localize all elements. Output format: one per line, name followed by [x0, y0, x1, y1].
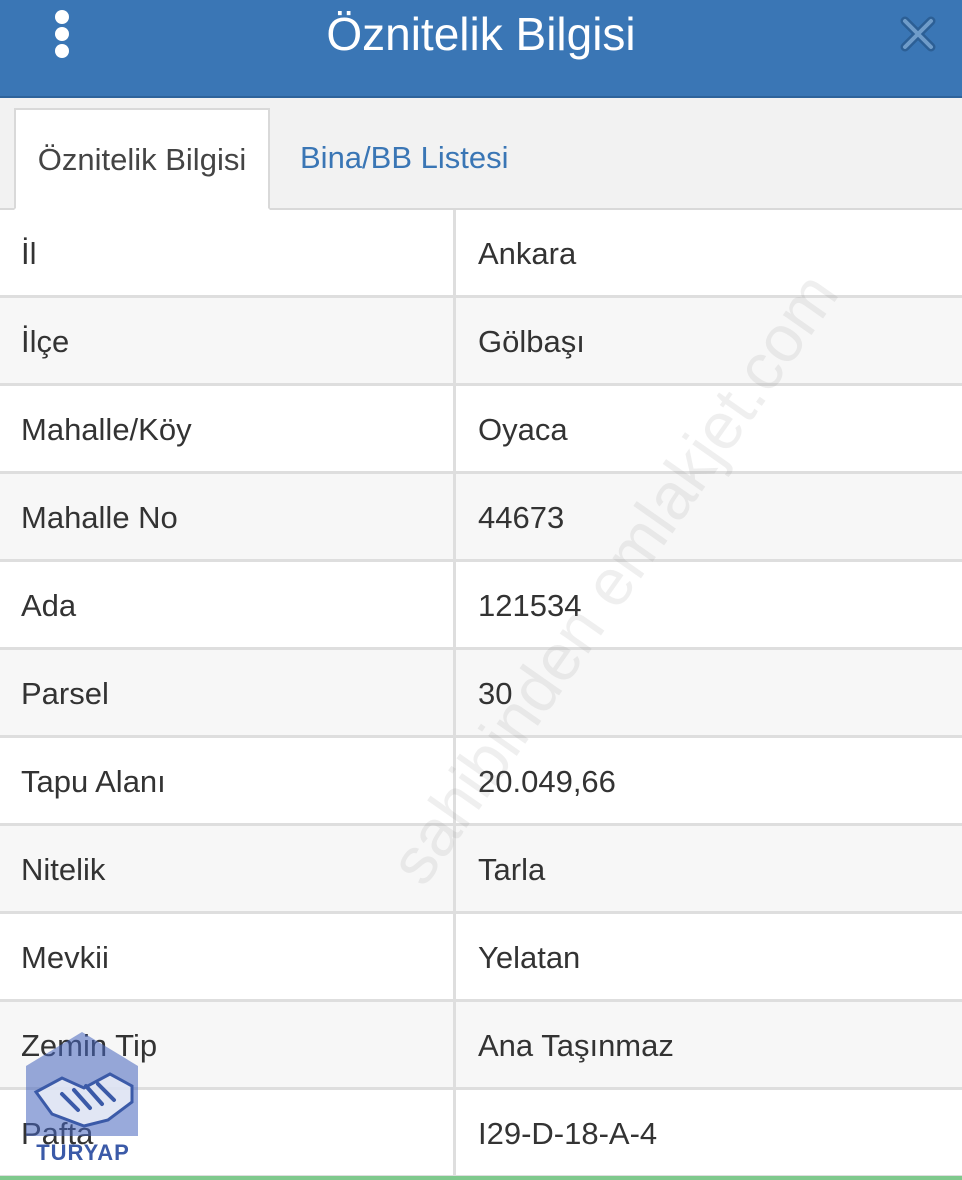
tab-oznitelik-bilgisi[interactable]: Öznitelik Bilgisi — [14, 108, 270, 210]
table-row: Nitelik Tarla — [0, 826, 962, 914]
row-key: Mahalle No — [0, 474, 456, 559]
row-key: Pafta — [0, 1090, 456, 1175]
table-row: Mevkii Yelatan — [0, 914, 962, 1002]
table-row: İlçe Gölbaşı — [0, 298, 962, 386]
app-header: Öznitelik Bilgisi — [0, 0, 962, 98]
row-value: 30 — [478, 676, 513, 711]
row-key: Mevkii — [0, 914, 456, 999]
row-key: İlçe — [0, 298, 456, 383]
row-key: Parsel — [0, 650, 456, 735]
row-value: Ana Taşınmaz — [478, 1028, 674, 1063]
tab-bina-bb-listesi[interactable]: Bina/BB Listesi — [278, 108, 531, 210]
table-row: Parsel 30 — [0, 650, 962, 738]
row-key: Mahalle/Köy — [0, 386, 456, 471]
row-key: Ada — [0, 562, 456, 647]
row-key: Zemin Tip — [0, 1002, 456, 1087]
row-value: 20.049,66 — [478, 764, 616, 799]
row-key: Nitelik — [0, 826, 456, 911]
row-key: Tapu Alanı — [0, 738, 456, 823]
row-value: Yelatan — [478, 940, 581, 975]
table-row: Mahalle No 44673 — [0, 474, 962, 562]
tab-bar: Öznitelik Bilgisi Bina/BB Listesi — [0, 98, 962, 210]
close-icon[interactable] — [898, 14, 938, 54]
row-value: I29-D-18-A-4 — [478, 1116, 658, 1151]
table-row: Ada 121534 — [0, 562, 962, 650]
row-value: 121534 — [478, 588, 582, 623]
row-value: Oyaca — [478, 412, 568, 447]
table-row: Pafta I29-D-18-A-4 — [0, 1090, 962, 1178]
table-row: Tapu Alanı 20.049,66 — [0, 738, 962, 826]
table-row: Mahalle/Köy Oyaca — [0, 386, 962, 474]
row-value: Ankara — [478, 236, 577, 271]
table-row: Zemin Tip Ana Taşınmaz — [0, 1002, 962, 1090]
row-value: Tarla — [478, 852, 546, 887]
table-row: İl Ankara — [0, 210, 962, 298]
attribute-table: İl Ankara İlçe Gölbaşı Mahalle/Köy Oyaca… — [0, 210, 962, 1178]
row-value: 44673 — [478, 500, 565, 535]
row-key: İl — [0, 210, 456, 295]
row-value: Gölbaşı — [478, 324, 585, 359]
page-title: Öznitelik Bilgisi — [326, 8, 636, 60]
bottom-divider — [0, 1176, 962, 1180]
